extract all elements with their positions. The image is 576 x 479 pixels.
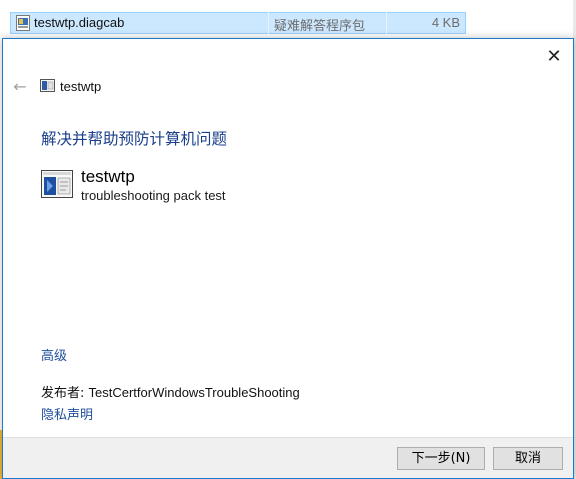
page-title: 解决并帮助预防计算机问题 [41, 130, 228, 148]
cancel-button[interactable]: 取消 [493, 447, 563, 470]
advanced-link[interactable]: 高级 [41, 345, 67, 364]
dialog-header-title: testwtp [60, 79, 102, 94]
column-divider [268, 12, 269, 34]
column-divider [386, 12, 387, 34]
publisher-info: 发布者: TestCertforWindowsTroubleShooting [41, 382, 300, 401]
package-name: testwtp [81, 167, 135, 186]
troubleshooter-icon [40, 79, 55, 92]
publisher-label: 发布者: [41, 386, 89, 401]
file-type: 疑难解答程序包 [274, 19, 366, 34]
close-icon: ✕ [546, 45, 562, 67]
explorer-file-row: testwtp.diagcab 疑难解答程序包 4 KB [0, 0, 576, 40]
privacy-statement-link[interactable]: 隐私声明 [41, 404, 93, 423]
troubleshooter-dialog: ✕ ← testwtp 解决并帮助预防计算机问题 testwtp trouble… [2, 38, 574, 479]
package-description: troubleshooting pack test [81, 188, 226, 203]
close-button[interactable]: ✕ [541, 43, 567, 69]
troubleshooting-pack-icon [41, 170, 73, 198]
next-button[interactable]: 下一步(N) [397, 447, 485, 470]
back-button[interactable]: ← [9, 75, 31, 97]
dialog-footer: 下一步(N) 取消 [3, 437, 573, 478]
file-size: 4 KB [431, 15, 460, 30]
back-arrow-icon: ← [13, 76, 27, 96]
diagcab-file-icon [16, 15, 30, 31]
publisher-value: TestCertforWindowsTroubleShooting [88, 385, 300, 400]
file-name[interactable]: testwtp.diagcab [34, 15, 124, 30]
